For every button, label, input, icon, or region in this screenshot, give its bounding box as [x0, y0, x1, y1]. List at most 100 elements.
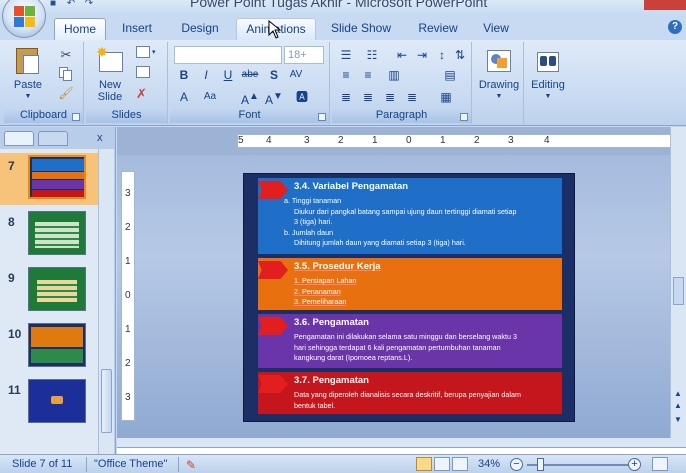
cut-icon[interactable]: ✂ — [58, 47, 74, 62]
copy-icon[interactable] — [58, 66, 74, 81]
strikethrough-button[interactable]: abe — [240, 66, 260, 84]
tab-insert[interactable]: Insert — [114, 18, 160, 40]
decrease-indent-icon[interactable]: ⇤ — [392, 46, 412, 64]
thumbnail-number: 11 — [8, 383, 21, 397]
thumbnail-slide-7[interactable]: 7 — [0, 153, 98, 205]
shadow-button[interactable]: S — [264, 66, 284, 84]
panel-pengamatan[interactable]: 3.6. Pengamatan Pengamatan ini dilakukan… — [258, 314, 562, 368]
paragraph-group: ☰ ☷ ⇤ ⇥ ↕ ⇅ ≡ ≡ ▥ ▤ ≣ ≣ ≣ ≣ ▦ Paragraph — [332, 42, 472, 124]
tab-review[interactable]: Review — [410, 18, 466, 40]
ruler-label: 2 — [338, 135, 344, 146]
font-dialog-launcher[interactable] — [318, 113, 326, 121]
font-size-field[interactable]: 18+ — [284, 46, 324, 64]
panel-line: 3. Pemeliharaan — [294, 297, 347, 306]
save-icon[interactable]: ■ — [46, 0, 60, 10]
slide-editor: 5 4 3 2 1 0 1 2 3 4 3 2 1 0 1 2 3 3.4. V… — [117, 127, 686, 454]
underline-button[interactable]: U — [218, 66, 238, 84]
zoom-level[interactable]: 34% — [478, 458, 500, 470]
slides-pane-scrollbar[interactable] — [98, 149, 114, 454]
close-pane-icon[interactable]: x — [97, 132, 103, 144]
paragraph-dialog-launcher[interactable] — [460, 113, 468, 121]
editing-group: Editing ▼ — [524, 42, 572, 124]
thumbnail-image — [28, 323, 86, 367]
format-painter-icon[interactable]: 🖌 — [58, 86, 74, 101]
thumbnail-slide-9[interactable]: 9 — [0, 265, 98, 317]
text-direction-icon[interactable]: ⇅ — [450, 46, 470, 64]
notes-pane[interactable] — [117, 447, 686, 454]
ruler-label: 1 — [440, 135, 446, 146]
scroll-up-icon[interactable]: ▲ — [674, 389, 682, 398]
panel-pengamatan-2[interactable]: 3.7. Pengamatan Data yang diperoleh dian… — [258, 372, 562, 414]
editing-button[interactable]: Editing ▼ — [526, 46, 570, 103]
increase-indent-icon[interactable]: ⇥ — [412, 46, 432, 64]
zoom-in-button[interactable]: + — [628, 458, 641, 471]
align-center-icon[interactable]: ≣ — [358, 88, 378, 106]
title-bar: ■ ↶ ↷ Power Point Tugas Akhir - Microsof… — [0, 0, 686, 14]
smartart-icon[interactable]: ▤ — [440, 66, 460, 84]
tab-slide-show[interactable]: Slide Show — [326, 18, 396, 40]
clear-formatting-icon[interactable]: 🅰 — [292, 88, 312, 106]
italic-button[interactable]: I — [196, 66, 216, 84]
next-slide-icon[interactable]: ▼ — [674, 415, 682, 424]
numbering-icon[interactable]: ☷ — [362, 46, 382, 64]
font-color-button[interactable]: Aa — [200, 88, 220, 106]
font-name-field[interactable] — [174, 46, 282, 64]
align-left-icon[interactable]: ≣ — [336, 88, 356, 106]
panel-prosedur-kerja[interactable]: 3.5. Prosedur Kerja 1. Persiapan Lahan 2… — [258, 258, 562, 310]
reset-icon[interactable] — [136, 66, 150, 78]
justify-icon[interactable]: ≣ — [402, 88, 422, 106]
shrink-font-button[interactable]: A▼ — [264, 88, 284, 107]
slides-tab[interactable] — [4, 131, 34, 146]
slide[interactable]: 3.4. Variabel Pengamatan a. Tinggi tanam… — [243, 173, 575, 422]
change-case-button[interactable]: A — [174, 88, 194, 106]
panel-heading: 3.7. Pengamatan — [294, 375, 369, 386]
columns-icon[interactable]: ▥ — [384, 66, 404, 84]
theme-name[interactable]: "Office Theme" — [94, 458, 167, 470]
help-icon[interactable]: ? — [668, 20, 682, 34]
align-middle-icon[interactable]: ≡ — [358, 66, 378, 84]
fit-to-window-button[interactable] — [652, 457, 668, 471]
outline-tab[interactable] — [38, 131, 68, 146]
slide-sorter-view-button[interactable] — [434, 457, 450, 471]
ruler-label: 0 — [125, 290, 131, 301]
panel-line: Diukur dari pangkal batang sampai ujung … — [294, 206, 517, 216]
panel-body: Pengamatan ini dilakukan selama satu min… — [294, 332, 517, 364]
convert-smartart-icon[interactable]: ▦ — [436, 88, 456, 106]
align-right-icon[interactable]: ≣ — [380, 88, 400, 106]
tab-design[interactable]: Design — [172, 18, 228, 40]
drawing-group: Drawing ▼ — [474, 42, 524, 124]
undo-icon[interactable]: ↶ — [64, 0, 78, 10]
close-button[interactable] — [644, 0, 686, 10]
panel-line: 1. Persiapan Lahan — [294, 276, 357, 285]
paste-button[interactable]: Paste ▼ — [10, 46, 46, 103]
tab-home[interactable]: Home — [54, 18, 106, 40]
layout-icon[interactable] — [136, 46, 150, 58]
scroll-thumb[interactable] — [101, 369, 112, 433]
text-align-icon[interactable]: ≡ — [336, 66, 356, 84]
previous-slide-icon[interactable]: ▲ — [674, 401, 682, 410]
zoom-out-button[interactable]: − — [510, 458, 523, 471]
panel-line: Pengamatan ini dilakukan selama satu min… — [294, 332, 517, 341]
line-spacing-icon[interactable]: ↕ — [432, 46, 452, 64]
spelling-check-icon[interactable]: ✎ — [186, 458, 196, 472]
slide-show-view-button[interactable] — [452, 457, 468, 471]
thumbnail-slide-11[interactable]: 11 — [0, 377, 98, 429]
scroll-thumb[interactable] — [673, 277, 684, 305]
zoom-slider-thumb[interactable] — [537, 458, 544, 471]
grow-font-button[interactable]: A▲ — [240, 88, 260, 107]
bold-button[interactable]: B — [174, 66, 194, 84]
bullets-icon[interactable]: ☰ — [336, 46, 356, 64]
redo-icon[interactable]: ↷ — [82, 0, 96, 10]
clipboard-group: Paste ▼ ✂ 🖌 Clipboard — [4, 42, 84, 124]
panel-variabel-pengamatan[interactable]: 3.4. Variabel Pengamatan a. Tinggi tanam… — [258, 178, 562, 254]
tab-view[interactable]: View — [474, 18, 518, 40]
thumbnail-slide-10[interactable]: 10 — [0, 321, 98, 373]
normal-view-button[interactable] — [416, 457, 432, 471]
clipboard-dialog-launcher[interactable] — [72, 113, 80, 121]
editor-scrollbar[interactable]: ▲ ▲ ▼ — [670, 127, 686, 438]
character-spacing-button[interactable]: AV — [286, 66, 306, 84]
new-slide-button[interactable]: ✸ New Slide — [90, 45, 130, 103]
thumbnail-slide-8[interactable]: 8 — [0, 209, 98, 261]
delete-slide-icon[interactable]: ✗ — [136, 86, 152, 101]
drawing-button[interactable]: Drawing ▼ — [477, 46, 521, 103]
